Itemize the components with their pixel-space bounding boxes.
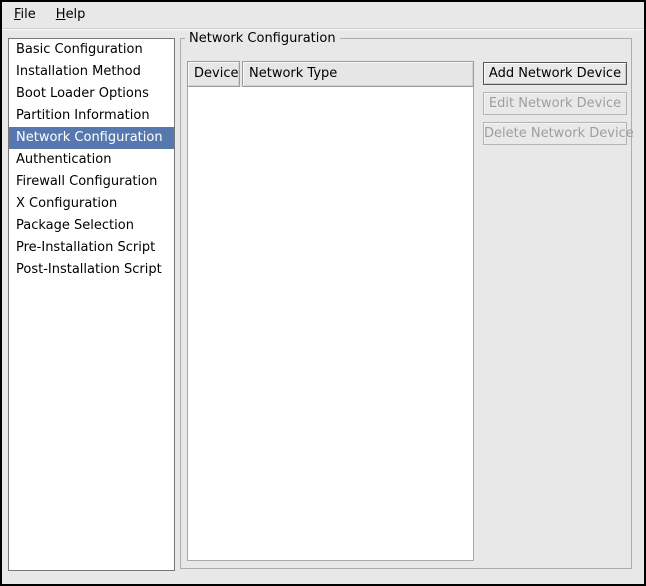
network-device-table: Device Network Type: [187, 61, 474, 561]
device-action-buttons: Add Network Device Edit Network Device D…: [483, 62, 627, 145]
sidebar-item-x-configuration[interactable]: X Configuration: [9, 193, 174, 215]
delete-network-device-button[interactable]: Delete Network Device: [483, 122, 627, 145]
add-network-device-button[interactable]: Add Network Device: [483, 62, 627, 85]
column-header-device[interactable]: Device: [187, 61, 240, 87]
sidebar-item-basic-configuration[interactable]: Basic Configuration: [9, 39, 174, 61]
sidebar-item-network-configuration[interactable]: Network Configuration: [9, 127, 174, 149]
sidebar-item-firewall-configuration[interactable]: Firewall Configuration: [9, 171, 174, 193]
sidebar-item-authentication[interactable]: Authentication: [9, 149, 174, 171]
kickstart-configurator-window: File Help Basic Configuration Installati…: [0, 0, 646, 586]
table-header-row: Device Network Type: [187, 61, 474, 87]
menu-bar: File Help: [2, 2, 644, 29]
sidebar-item-package-selection[interactable]: Package Selection: [9, 215, 174, 237]
edit-network-device-button[interactable]: Edit Network Device: [483, 92, 627, 115]
menu-file[interactable]: File: [4, 2, 46, 28]
sidebar-item-pre-installation-script[interactable]: Pre-Installation Script: [9, 237, 174, 259]
sidebar-item-partition-information[interactable]: Partition Information: [9, 105, 174, 127]
sidebar-item-installation-method[interactable]: Installation Method: [9, 61, 174, 83]
sidebar-item-post-installation-script[interactable]: Post-Installation Script: [9, 259, 174, 281]
frame-title: Network Configuration: [185, 30, 340, 47]
column-header-network-type[interactable]: Network Type: [242, 61, 474, 87]
menu-help[interactable]: Help: [46, 2, 96, 28]
table-body-empty[interactable]: [187, 87, 474, 561]
section-list: Basic Configuration Installation Method …: [8, 38, 175, 571]
sidebar-item-boot-loader-options[interactable]: Boot Loader Options: [9, 83, 174, 105]
network-configuration-frame: Network Configuration Device Network Typ…: [180, 38, 632, 569]
